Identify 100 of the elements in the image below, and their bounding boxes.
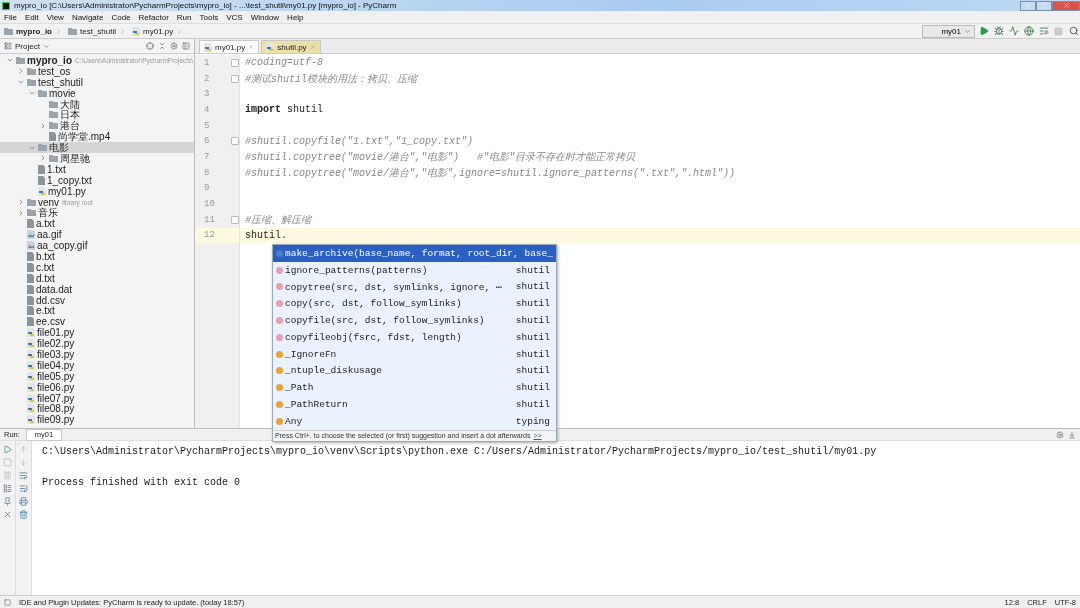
completion-item[interactable]: copyfileobj(fsrc, fdst, length) shutil — [273, 329, 556, 346]
menu-item[interactable]: Run — [176, 12, 192, 22]
arrow-up-icon[interactable] — [19, 445, 28, 454]
close-button[interactable] — [1052, 0, 1080, 11]
tree-item[interactable]: file06.py — [0, 381, 194, 393]
minimize-button[interactable] — [1020, 0, 1036, 11]
arrow-down-icon[interactable] — [19, 458, 28, 467]
tree-item[interactable]: file02.py — [0, 338, 194, 350]
breadcrumb[interactable]: my01.py — [132, 26, 184, 36]
pause-icon[interactable] — [3, 471, 12, 480]
tree-item[interactable]: 音乐 — [0, 207, 194, 219]
tree-item[interactable]: file08.py — [0, 403, 194, 415]
tree-item[interactable]: c.txt — [0, 261, 194, 273]
tree-item[interactable]: ee.csv — [0, 316, 194, 328]
tree-item[interactable]: test_shutil — [0, 76, 194, 88]
tree-item[interactable]: 周星驰 — [0, 153, 194, 164]
tree-item[interactable]: file03.py — [0, 349, 194, 360]
panel-title[interactable]: Project — [15, 41, 40, 51]
collapse-icon[interactable] — [158, 42, 166, 50]
hide-panel-icon[interactable] — [182, 42, 190, 50]
completion-item[interactable]: _Path shutil — [273, 379, 556, 397]
file-icon — [27, 219, 34, 229]
menu-item[interactable]: Code — [111, 12, 131, 22]
tree-item[interactable]: file09.py — [0, 414, 194, 426]
close-icon[interactable] — [3, 510, 12, 519]
tree-item[interactable]: 尚学堂.mp4 — [0, 131, 194, 143]
menu-item[interactable]: Help — [287, 12, 304, 22]
completion-item[interactable]: copytree(src, dst, symlinks, ignore, ⋯ shutil — [273, 278, 556, 296]
tree-item[interactable]: b.txt — [0, 251, 194, 262]
tree-item[interactable]: 大陆 — [0, 98, 194, 110]
concurrency-button[interactable] — [1037, 25, 1050, 37]
menu-item[interactable]: VCS — [226, 12, 243, 22]
completion-item[interactable]: copyfile(src, dst, follow_symlinks) shutil — [273, 312, 556, 329]
breadcrumb[interactable]: mypro_io — [4, 26, 62, 36]
close-tab-icon[interactable] — [309, 44, 316, 50]
editor-tab[interactable]: shutil.py — [261, 40, 321, 53]
tree-item[interactable]: dd.csv — [0, 294, 194, 306]
tree-item[interactable]: a.txt — [0, 218, 194, 230]
menu-item[interactable]: Window — [250, 12, 280, 22]
wrap-icon[interactable] — [19, 471, 28, 480]
menu-item[interactable]: File — [4, 12, 17, 22]
fold-marker-icon[interactable] — [231, 137, 239, 146]
console-line: Process finished with exit code 0 — [42, 477, 241, 489]
profile-button[interactable] — [1022, 25, 1035, 37]
completion-item[interactable]: _ntuple_diskusage shutil — [273, 362, 556, 380]
trash-icon[interactable] — [19, 510, 28, 519]
menu-item[interactable]: Edit — [24, 12, 39, 22]
tree-item[interactable]: movie — [0, 87, 194, 99]
download-icon[interactable] — [1068, 430, 1076, 439]
breadcrumb[interactable]: test_shutil — [68, 26, 127, 36]
completion-item[interactable]: _PathReturn shutil — [273, 396, 556, 413]
close-tab-icon[interactable] — [248, 44, 255, 50]
menu-item[interactable]: Tools — [199, 12, 219, 22]
tree-item[interactable]: d.txt — [0, 272, 194, 284]
editor-tab[interactable]: my01.py — [199, 40, 260, 53]
menu-item[interactable]: Refactor — [138, 12, 169, 22]
close-icon — [1062, 2, 1070, 9]
tree-item[interactable]: aa_copy.gif — [0, 240, 194, 252]
scroll-end-icon[interactable] — [19, 484, 28, 493]
tree-item[interactable]: 1_copy.txt — [0, 174, 194, 186]
fold-marker-icon[interactable] — [231, 74, 239, 83]
tree-item[interactable]: 日本 — [0, 109, 194, 121]
pin-icon[interactable] — [3, 497, 12, 506]
tree-item[interactable]: data.dat — [0, 283, 194, 295]
run-button[interactable] — [977, 25, 990, 37]
tree-item[interactable]: 1.txt — [0, 163, 194, 175]
tree-item[interactable]: 电影 — [0, 142, 194, 153]
coverage-button[interactable] — [1007, 25, 1020, 37]
target-icon[interactable] — [146, 42, 154, 50]
tree-item[interactable]: my01.py — [0, 185, 194, 197]
layout-icon[interactable] — [3, 484, 12, 493]
tree-item[interactable]: aa.gif — [0, 229, 194, 241]
menu-item[interactable]: Navigate — [71, 12, 104, 22]
tree-item[interactable]: e.txt — [0, 305, 194, 317]
run-config-dropdown[interactable]: my01 — [922, 24, 975, 38]
completion-item[interactable]: make_archive(base_name, format, root_dir, base_ — [273, 245, 556, 262]
settings-icon[interactable] — [1056, 430, 1064, 439]
tree-item[interactable]: file05.py — [0, 370, 194, 382]
debug-button[interactable] — [992, 25, 1005, 37]
completion-item[interactable]: Any typing — [273, 412, 556, 430]
tree-item[interactable]: 港台 — [0, 120, 194, 132]
menu-item[interactable]: View — [46, 12, 64, 22]
completion-item[interactable]: copy(src, dst, follow_symlinks) shutil — [273, 295, 556, 313]
caret-icon[interactable] — [42, 42, 50, 50]
fold-marker-icon[interactable] — [231, 215, 239, 224]
settings-icon[interactable] — [170, 42, 178, 50]
fold-marker-icon[interactable] — [231, 58, 239, 67]
rerun-icon[interactable] — [3, 445, 12, 454]
line-number: 4 — [203, 103, 211, 117]
print-icon[interactable] — [19, 497, 28, 506]
stop-icon[interactable] — [3, 458, 12, 467]
completion-item[interactable]: ignore_patterns(patterns) shutil — [273, 261, 556, 279]
tree-item[interactable]: test_os — [0, 65, 194, 77]
search-button[interactable] — [1067, 25, 1080, 37]
tree-item[interactable]: file01.py — [0, 327, 194, 339]
maximize-button[interactable] — [1036, 0, 1052, 11]
tree-item[interactable]: file04.py — [0, 359, 194, 371]
python-file-icon — [132, 26, 141, 36]
tree-item[interactable]: file07.py — [0, 392, 194, 404]
completion-item[interactable]: _IgnoreFn shutil — [273, 345, 556, 363]
